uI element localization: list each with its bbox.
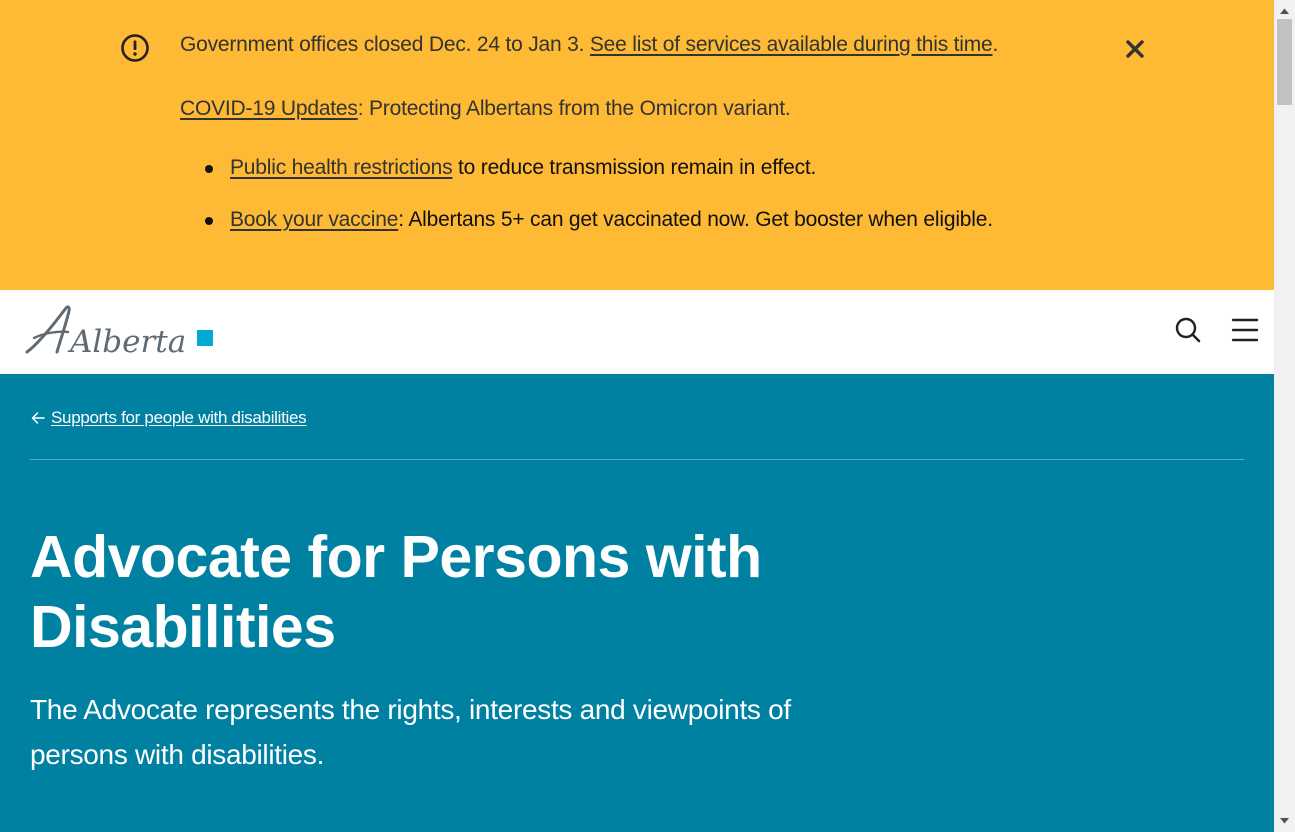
caret-down-icon (1280, 817, 1289, 823)
covid-updates-link[interactable]: COVID-19 Updates (180, 97, 358, 120)
page-lead: The Advocate represents the rights, inte… (30, 694, 791, 770)
svg-text:Alberta: Alberta (67, 324, 186, 360)
hamburger-menu-icon[interactable] (1231, 317, 1259, 343)
scroll-down-button[interactable] (1274, 812, 1295, 829)
vertical-scrollbar[interactable] (1274, 0, 1295, 832)
close-icon[interactable] (1121, 35, 1149, 63)
covid-update-list: Public health restrictions to reduce tra… (205, 152, 993, 256)
alert-banner: Government offices closed Dec. 24 to Jan… (0, 0, 1274, 290)
divider (30, 459, 1244, 460)
page: Government offices closed Dec. 24 to Jan… (0, 0, 1274, 832)
list-item: Book your vaccine: Albertans 5+ can get … (205, 204, 993, 256)
breadcrumb-link[interactable]: Supports for people with disabilities (51, 408, 307, 428)
list-item-text: : Albertans 5+ can get vaccinated now. G… (398, 208, 993, 231)
services-list-link[interactable]: See list of services available during th… (590, 33, 993, 56)
book-vaccine-link[interactable]: Book your vaccine (230, 208, 398, 231)
list-item-text: to reduce transmission remain in effect. (452, 156, 817, 179)
bullet-icon (205, 165, 213, 173)
list-item: Public health restrictions to reduce tra… (205, 152, 993, 204)
hero-section: Supports for people with disabilities Ad… (0, 374, 1274, 832)
page-title: Advocate for Persons with Disabilities (30, 524, 762, 660)
office-closure-text: Government offices closed Dec. 24 to Jan… (180, 33, 590, 56)
office-closure-notice: Government offices closed Dec. 24 to Jan… (180, 33, 998, 57)
exclamation-circle-icon (121, 34, 149, 62)
alberta-logo: Alberta (25, 305, 213, 360)
scroll-up-button[interactable] (1274, 2, 1295, 19)
scrollbar-thumb[interactable] (1277, 19, 1292, 105)
arrow-left-icon[interactable] (30, 410, 46, 426)
breadcrumb: Supports for people with disabilities (30, 406, 307, 430)
site-header: Alberta (0, 290, 1274, 374)
caret-up-icon (1280, 8, 1289, 14)
covid-update-text: : Protecting Albertans from the Omicron … (357, 97, 791, 120)
covid-update-notice: COVID-19 Updates: Protecting Albertans f… (180, 97, 791, 121)
public-health-restrictions-link[interactable]: Public health restrictions (230, 156, 453, 179)
office-closure-end: . (992, 33, 999, 56)
bullet-icon (205, 217, 213, 225)
search-icon[interactable] (1174, 316, 1202, 344)
